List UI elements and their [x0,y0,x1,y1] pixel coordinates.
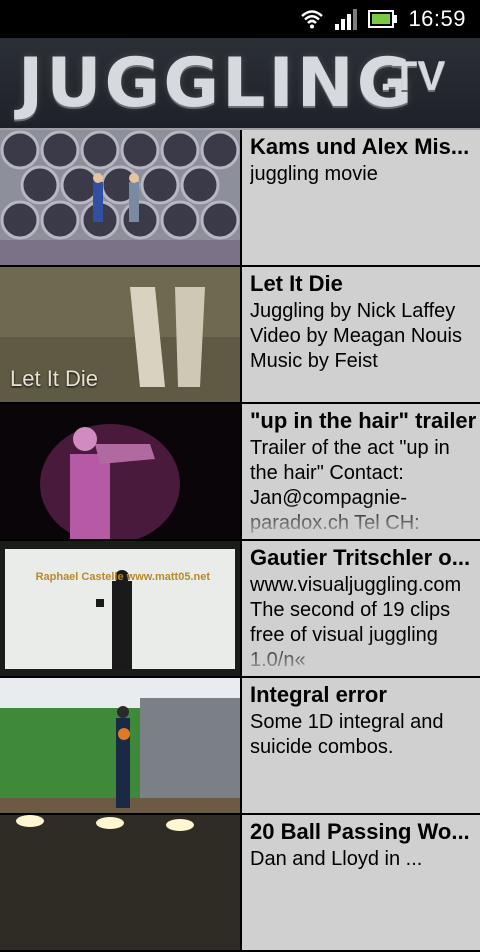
video-info: "up in the hair" trailer Trailer of the … [250,408,480,538]
video-title: Gautier Tritschler o... [250,545,471,570]
video-item[interactable]: Let It Die Let It Die Juggling by Nick L… [0,267,480,404]
video-info: 20 Ball Passing Wo... Dan and Lloyd in .… [250,819,480,949]
video-thumbnail[interactable] [0,130,242,265]
video-info: Kams und Alex Mis... juggling movie [250,134,480,264]
video-item[interactable]: Integral error Some 1D integral and suic… [0,678,480,815]
wifi-icon [301,10,324,29]
thumbnail-caption: Raphael Castelle www.matt05.net [35,571,210,583]
text-fade [250,639,480,675]
app-logo: JUGGLING [18,44,416,123]
video-description: Dan and Lloyd in ... [250,848,423,870]
video-title: Let It Die [250,271,343,296]
video-description: Some 1D integral and suicide combos. [250,711,444,758]
video-thumbnail[interactable]: Raphael Castelle www.matt05.net [0,541,242,676]
video-item[interactable]: 20 Ball Passing Wo... Dan and Lloyd in .… [0,815,480,952]
video-description: Juggling by Nick Laffey Video by Meagan … [250,300,462,372]
video-info: Gautier Tritschler o... www.visualjuggli… [250,545,480,675]
video-description: juggling movie [250,163,378,185]
video-item[interactable]: Raphael Castelle www.matt05.net Gautier … [0,541,480,678]
text-fade [250,502,480,538]
video-title: "up in the hair" trailer [250,408,477,433]
video-item[interactable]: Kams und Alex Mis... juggling movie [0,130,480,267]
video-info: Let It Die Juggling by Nick Laffey Video… [250,271,480,401]
video-title: 20 Ball Passing Wo... [250,819,470,844]
video-item[interactable]: "up in the hair" trailer Trailer of the … [0,404,480,541]
video-list: Kams und Alex Mis... juggling movie Let … [0,130,480,952]
video-thumbnail[interactable] [0,815,242,950]
thumbnail-caption: Let It Die [10,366,99,391]
video-thumbnail[interactable] [0,678,242,813]
app-header: JUGGLING .TV [0,38,480,130]
video-thumbnail[interactable]: Let It Die [0,267,242,402]
text-fade [250,365,480,401]
video-title: Integral error [250,682,387,707]
clock: 16:59 [408,6,466,31]
app-logo-suffix: .TV [380,52,446,99]
status-icons: 16:59 [300,6,466,32]
status-bar: 16:59 [0,0,480,38]
video-info: Integral error Some 1D integral and suic… [250,682,480,812]
video-thumbnail[interactable] [0,404,242,539]
battery-icon [368,10,398,28]
video-title: Kams und Alex Mis... [250,134,470,159]
signal-icon [335,9,358,30]
